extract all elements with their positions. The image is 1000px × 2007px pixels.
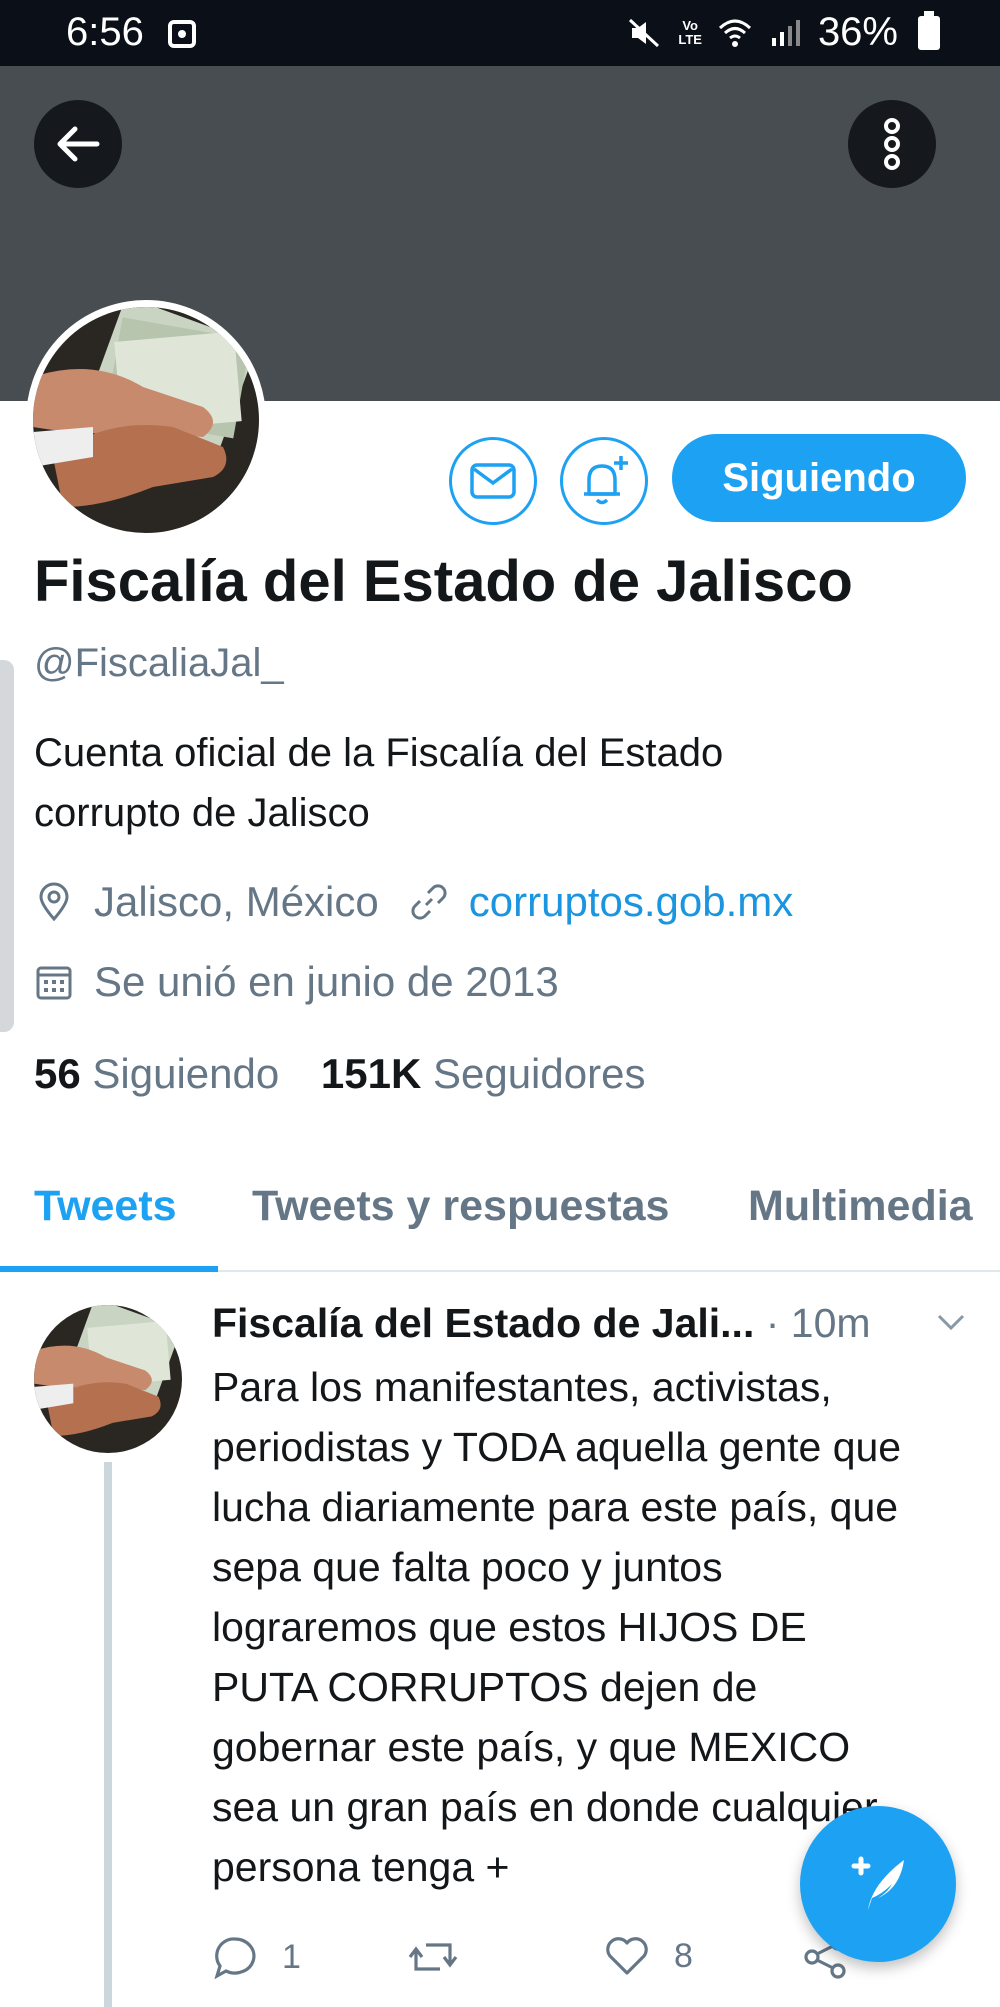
compose-feather-icon xyxy=(851,1856,904,1910)
scroll-handle[interactable] xyxy=(0,660,14,1032)
profile-location: Jalisco, México xyxy=(94,878,379,925)
profile-bio: Cuenta oficial de la Fiscalía del Estado… xyxy=(34,723,934,843)
followers-label: Seguidores xyxy=(432,1050,646,1097)
arrow-left-icon xyxy=(57,126,100,162)
more-button[interactable] xyxy=(848,100,936,188)
signal-icon xyxy=(771,19,800,46)
volte-bottom: LTE xyxy=(678,31,702,47)
tweet-line: PUTA CORRUPTOS dejen de xyxy=(212,1664,758,1710)
reply-button[interactable]: 1 xyxy=(212,1935,301,1979)
screen-record-icon xyxy=(168,20,196,48)
battery-icon xyxy=(918,10,940,50)
tab-tweets[interactable]: Tweets xyxy=(34,1182,177,1231)
tweet-author[interactable]: Fiscalía del Estado de Jali... xyxy=(212,1300,754,1346)
retweet-button[interactable] xyxy=(406,1935,460,1979)
tweet-line: lograremos que estos HIJOS DE xyxy=(212,1604,807,1650)
tab-media[interactable]: Multimedia xyxy=(748,1182,973,1231)
reply-icon xyxy=(214,1937,256,1979)
back-button[interactable] xyxy=(34,100,122,188)
thread-line xyxy=(104,1462,112,2007)
tweet-line: sepa que falta poco y juntos xyxy=(212,1544,723,1590)
following-button[interactable]: Siguiendo xyxy=(672,434,966,522)
status-bar: 6:56 Vo LTE 36% xyxy=(0,0,1000,66)
money-handshake-image xyxy=(34,1305,182,1453)
money-handshake-image xyxy=(33,307,259,533)
profile-handle: @FiscaliaJal_ xyxy=(34,641,284,685)
more-vertical-icon xyxy=(884,118,900,170)
tweet-line: lucha diariamente para este país, que xyxy=(212,1484,899,1530)
following-label: Siguiendo xyxy=(92,1050,280,1097)
bio-line: corrupto de Jalisco xyxy=(34,791,370,835)
compose-tweet-button[interactable] xyxy=(800,1806,956,1962)
battery-percent: 36% xyxy=(817,10,898,54)
tweet-actions: 1 8 xyxy=(212,1935,912,1995)
status-time: 6:56 xyxy=(66,10,144,54)
profile-meta-row: Jalisco, México corruptos.gob.mx xyxy=(34,878,793,926)
reply-count: 1 xyxy=(282,1937,301,1976)
bell-plus-icon xyxy=(584,456,628,505)
message-button[interactable] xyxy=(449,437,537,525)
active-tab-indicator xyxy=(0,1266,218,1272)
wifi-icon xyxy=(718,19,751,47)
link-icon xyxy=(409,882,449,922)
tweet-menu-button[interactable] xyxy=(936,1312,966,1337)
volte-top: Vo xyxy=(682,17,698,33)
like-count: 8 xyxy=(674,1936,693,1975)
profile-tabs: Tweets Tweets y respuestas Multimedia xyxy=(0,1168,1000,1272)
tweet-avatar[interactable] xyxy=(34,1305,182,1453)
tweet-line: Para los manifestantes, activistas, xyxy=(212,1364,832,1410)
retweet-icon xyxy=(408,1943,458,1971)
mail-icon xyxy=(470,463,516,499)
bio-line: Cuenta oficial de la Fiscalía del Estado xyxy=(34,731,724,775)
chevron-down-icon xyxy=(937,1314,965,1331)
calendar-icon xyxy=(34,962,74,1002)
following-count: 56 xyxy=(34,1050,81,1097)
follow-counts: 56 Siguiendo 151K Seguidores xyxy=(34,1050,645,1098)
profile-name: Fiscalía del Estado de Jalisco xyxy=(34,549,853,614)
like-button[interactable]: 8 xyxy=(604,1935,693,1977)
volte-icon: Vo LTE xyxy=(678,17,702,47)
tweet-time: · 10m xyxy=(765,1300,871,1346)
location-icon xyxy=(34,882,74,922)
followers-count: 151K xyxy=(320,1050,422,1097)
profile-avatar[interactable] xyxy=(26,300,266,540)
mute-icon xyxy=(629,18,660,47)
profile-joined: Se unió en junio de 2013 xyxy=(94,958,559,1005)
heart-icon xyxy=(606,1937,648,1975)
profile-meta-row: Se unió en junio de 2013 xyxy=(34,958,559,1006)
profile-website-link[interactable]: corruptos.gob.mx xyxy=(469,878,793,926)
tab-tweets-replies[interactable]: Tweets y respuestas xyxy=(252,1182,669,1231)
tweet-line: gobernar este país, y que MEXICO xyxy=(212,1724,851,1770)
tweet-header: Fiscalía del Estado de Jali... · 10m xyxy=(212,1300,871,1347)
status-icons: Vo LTE 36% xyxy=(628,10,940,55)
following-count-link[interactable]: 56 Siguiendo xyxy=(34,1050,291,1097)
notifications-button[interactable] xyxy=(560,437,648,525)
followers-count-link[interactable]: 151K Seguidores xyxy=(321,1050,646,1097)
tweet-line: periodistas y TODA aquella gente que xyxy=(212,1424,902,1470)
